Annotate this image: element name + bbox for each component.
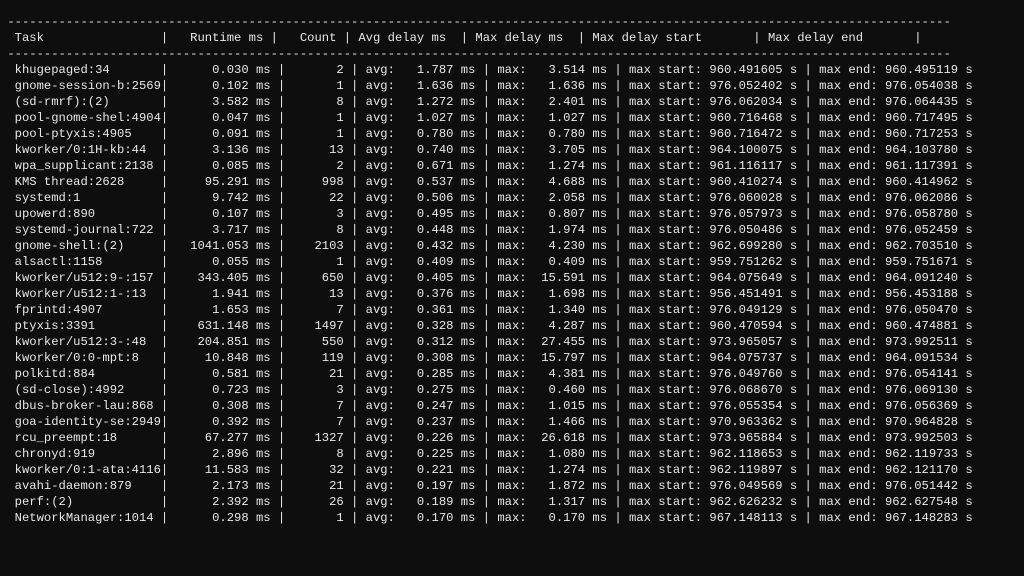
table-row: kworker/0:1-ata:4116| 11.583 ms | 32 | a…	[0, 462, 1024, 478]
table-row: alsactl:1158 | 0.055 ms | 1 | avg: 0.409…	[0, 254, 1024, 270]
table-row: fprintd:4907 | 1.653 ms | 7 | avg: 0.361…	[0, 302, 1024, 318]
table-row: kworker/0:1H-kb:44 | 3.136 ms | 13 | avg…	[0, 142, 1024, 158]
table-row: avahi-daemon:879 | 2.173 ms | 21 | avg: …	[0, 478, 1024, 494]
table-row: kworker/u512:3-:48 | 204.851 ms | 550 | …	[0, 334, 1024, 350]
table-row: gnome-session-b:2569| 0.102 ms | 1 | avg…	[0, 78, 1024, 94]
table-row: chronyd:919 | 2.896 ms | 8 | avg: 0.225 …	[0, 446, 1024, 462]
table-row: systemd:1 | 9.742 ms | 22 | avg: 0.506 m…	[0, 190, 1024, 206]
table-row: kworker/0:0-mpt:8 | 10.848 ms | 119 | av…	[0, 350, 1024, 366]
table-row: goa-identity-se:2949| 0.392 ms | 7 | avg…	[0, 414, 1024, 430]
table-row: kworker/u512:1-:13 | 1.941 ms | 13 | avg…	[0, 286, 1024, 302]
table-row: (sd-close):4992 | 0.723 ms | 3 | avg: 0.…	[0, 382, 1024, 398]
table-row: KMS thread:2628 | 95.291 ms | 998 | avg:…	[0, 174, 1024, 190]
table-row: upowerd:890 | 0.107 ms | 3 | avg: 0.495 …	[0, 206, 1024, 222]
separator-top: ----------------------------------------…	[0, 14, 1024, 30]
perf-sched-latency-output: ----------------------------------------…	[0, 12, 1024, 526]
table-row: polkitd:884 | 0.581 ms | 21 | avg: 0.285…	[0, 366, 1024, 382]
table-row: kworker/u512:9-:157 | 343.405 ms | 650 |…	[0, 270, 1024, 286]
table-row: pool-gnome-shel:4904| 0.047 ms | 1 | avg…	[0, 110, 1024, 126]
table-row: systemd-journal:722 | 3.717 ms | 8 | avg…	[0, 222, 1024, 238]
table-row: (sd-rmrf):(2) | 3.582 ms | 8 | avg: 1.27…	[0, 94, 1024, 110]
table-row: rcu_preempt:18 | 67.277 ms | 1327 | avg:…	[0, 430, 1024, 446]
table-row: wpa_supplicant:2138 | 0.085 ms | 2 | avg…	[0, 158, 1024, 174]
table-row: dbus-broker-lau:868 | 0.308 ms | 7 | avg…	[0, 398, 1024, 414]
table-row: NetworkManager:1014 | 0.298 ms | 1 | avg…	[0, 510, 1024, 526]
header-row: Task | Runtime ms | Count | Avg delay ms…	[0, 30, 1024, 46]
table-row: gnome-shell:(2) | 1041.053 ms | 2103 | a…	[0, 238, 1024, 254]
table-row: perf:(2) | 2.392 ms | 26 | avg: 0.189 ms…	[0, 494, 1024, 510]
table-row: khugepaged:34 | 0.030 ms | 2 | avg: 1.78…	[0, 62, 1024, 78]
table-row: pool-ptyxis:4905 | 0.091 ms | 1 | avg: 0…	[0, 126, 1024, 142]
table-row: ptyxis:3391 | 631.148 ms | 1497 | avg: 0…	[0, 318, 1024, 334]
separator-mid: ----------------------------------------…	[0, 46, 1024, 62]
